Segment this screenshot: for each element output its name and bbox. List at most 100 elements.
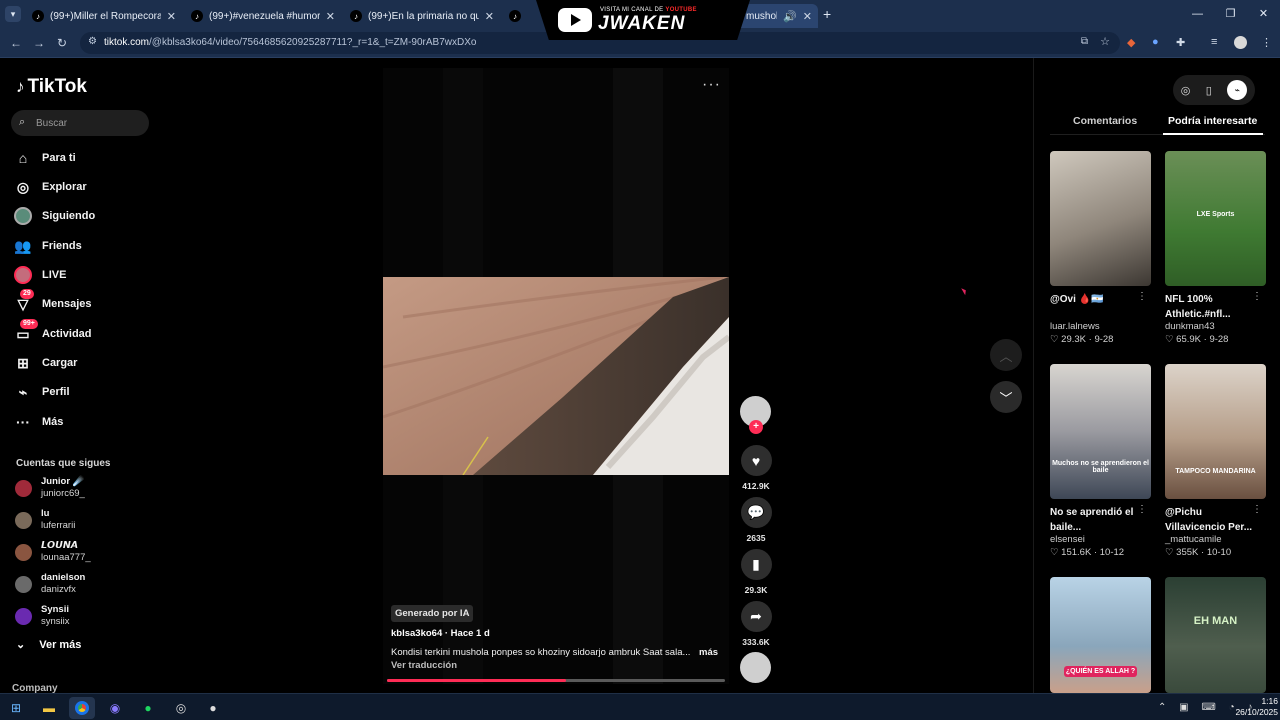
browser-tab-2[interactable]: ♪ (99+)#venezuela #humor #shit ✕ (185, 4, 341, 28)
forward-icon[interactable]: → (33, 36, 45, 50)
extension-fox-icon[interactable]: ◆ (1127, 36, 1135, 49)
right-panel: ◎ ▯ ⌁ Comentarios Podría interesarte @Ov… (1033, 58, 1280, 693)
recommended-video-card[interactable]: @Ovi 🩸🇦🇷 ⋮ luar.lalnews ♡ 29.3K · 9-28 (1050, 151, 1151, 345)
followed-account[interactable]: danielson danizvfx (15, 572, 145, 598)
video-player[interactable]: ··· Generado por IA kblsa3ko64 · Hace 1 … (383, 68, 729, 684)
nav-actividad[interactable]: ▭ 99+ Actividad (14, 319, 148, 348)
browser-menu-icon[interactable]: ⋮ (1261, 36, 1272, 49)
profile-avatar-icon[interactable]: ⌁ (1227, 80, 1248, 100)
tiktok-logo[interactable]: ♪ TikTok (16, 76, 87, 98)
nav-mensajes[interactable]: ▽ 29 Mensajes (14, 289, 148, 318)
windows-start-icon[interactable]: ⊞ (3, 697, 29, 719)
more-options-icon[interactable]: ··· (702, 76, 721, 94)
site-info-icon[interactable]: ⚙ (88, 36, 97, 47)
taskbar-clock[interactable]: 1:16 26/10/2025 (1222, 696, 1278, 718)
account-name: lu (41, 508, 50, 519)
followed-account[interactable]: 𝙇𝙊𝙐𝙉𝘼 lounaa777_ (15, 540, 145, 566)
recommended-video-card[interactable]: LXE Sports NFL 100% Athletic.#nfl... ⋮ d… (1165, 151, 1266, 345)
url-host: tiktok.com (104, 37, 150, 48)
tab-comentarios[interactable]: Comentarios (1073, 115, 1137, 127)
reading-list-icon[interactable]: ≡ (1211, 36, 1217, 48)
caption-more-button[interactable]: más (699, 647, 718, 658)
tiktok-note-icon: ♪ (16, 77, 25, 96)
bookmark-star-icon[interactable]: ☆ (1100, 35, 1110, 48)
close-window-icon[interactable]: ✕ (1247, 0, 1280, 28)
close-tab-icon[interactable]: ✕ (167, 10, 176, 23)
video-actions: + ♥ 412.9K 💬 2635 ▮ 29.3K ➦ 333.6K (738, 396, 774, 686)
compass-icon[interactable]: ◎ (1181, 84, 1191, 97)
music-disc-icon[interactable] (740, 652, 771, 683)
like-button[interactable]: ♥ 412.9K (740, 445, 772, 491)
speaker-icon[interactable]: 🔊 (783, 10, 797, 23)
share-button[interactable]: ➦ 333.6K (740, 601, 772, 647)
tab-search-button[interactable]: ▾ (5, 6, 21, 22)
tab-podria-interesarte[interactable]: Podría interesarte (1168, 115, 1257, 127)
account-name: danielson (41, 572, 86, 583)
nav-live[interactable]: LIVE (14, 261, 148, 289)
follow-plus-icon[interactable]: + (749, 420, 763, 434)
install-app-icon[interactable]: ⧉ (1081, 36, 1088, 47)
next-video-button[interactable]: ﹀ (990, 381, 1022, 413)
search-box[interactable]: ⌕ (11, 110, 149, 136)
app-icon[interactable]: ● (200, 697, 226, 719)
browser-tab-active[interactable]: mushol 🔊 ✕ (740, 4, 818, 28)
nav-mas[interactable]: ··· Más (14, 408, 148, 436)
card-menu-icon[interactable]: ⋮ (1252, 504, 1262, 515)
card-menu-icon[interactable]: ⋮ (1137, 291, 1147, 302)
save-button[interactable]: ▮ 29.3K (740, 549, 772, 595)
tab-title: (99+)Miller el Rompecorazones (50, 10, 161, 22)
reload-icon[interactable]: ↻ (57, 36, 67, 50)
followed-account[interactable]: Junior ☄️ juniorc69_ (15, 476, 145, 502)
close-tab-icon[interactable]: ✕ (326, 10, 335, 23)
nav-label: Perfil (42, 386, 70, 398)
obs-icon[interactable]: ◎ (168, 697, 194, 719)
thumbnail-overlay-text: ¿QUIÉN ES ALLAH ? (1064, 666, 1137, 677)
recommended-video-card[interactable]: TAMPOCO MANDARINA @Pichu Villavicencio P… (1165, 364, 1266, 558)
nav-friends[interactable]: 👥 Friends (14, 232, 148, 260)
search-input[interactable] (36, 114, 142, 132)
card-menu-icon[interactable]: ⋮ (1252, 291, 1262, 302)
new-tab-button[interactable]: + (823, 6, 831, 22)
spotify-icon[interactable]: ● (135, 697, 161, 719)
card-meta: ♡ 29.3K · 9-28 (1050, 334, 1114, 345)
card-menu-icon[interactable]: ⋮ (1137, 504, 1147, 515)
translate-button[interactable]: Ver traducción (391, 660, 457, 671)
followed-account[interactable]: Synsii synsiix (15, 604, 145, 630)
recommended-video-card[interactable]: EH MAN (1165, 577, 1266, 693)
restore-icon[interactable]: ❐ (1214, 0, 1247, 28)
profile-avatar-icon[interactable] (1234, 36, 1247, 49)
previous-video-button[interactable]: ︿ (990, 339, 1022, 371)
video-progress-bar[interactable] (387, 679, 725, 682)
minimize-icon[interactable]: — (1181, 0, 1214, 28)
browser-tab-4-partial[interactable]: ♪ (503, 4, 543, 28)
following-avatar-icon (14, 207, 32, 225)
nav-label: Para ti (42, 152, 76, 164)
recommended-video-card[interactable]: ¿QUIÉN ES ALLAH ? (1050, 577, 1151, 693)
card-meta: ♡ 151.6K · 10-12 (1050, 547, 1125, 558)
extension-circle-icon[interactable]: ● (1152, 36, 1159, 48)
nav-siguiendo[interactable]: Siguiendo (14, 202, 148, 230)
nav-cargar[interactable]: ⊞ Cargar (14, 349, 148, 377)
browser-tab-1[interactable]: ♪ (99+)Miller el Rompecorazones ✕ (26, 4, 182, 28)
chrome-icon[interactable] (69, 697, 95, 719)
phone-icon[interactable]: ▯ (1206, 84, 1212, 97)
share-icon: ➦ (740, 601, 772, 632)
nav-explorar[interactable]: ◎ Explorar (14, 173, 148, 201)
close-tab-icon[interactable]: ✕ (485, 10, 494, 23)
heart-outline-icon: ♡ (1050, 547, 1059, 558)
discord-icon[interactable]: ◉ (102, 697, 128, 719)
recommended-video-card[interactable]: Muchos no se aprendieron el baile No se … (1050, 364, 1151, 558)
nav-perfil[interactable]: ⌁ Perfil (14, 378, 148, 406)
close-tab-icon[interactable]: ✕ (803, 10, 812, 23)
see-more-button[interactable]: ⌄ Ver más (16, 638, 81, 652)
video-author[interactable]: kblsa3ko64 · Hace 1 d (391, 628, 490, 639)
activity-icon: ▭ 99+ (14, 319, 38, 343)
extensions-puzzle-icon[interactable]: ✚ (1176, 36, 1185, 49)
browser-tab-3[interactable]: ♪ (99+)En la primaria no querías ✕ (344, 4, 500, 28)
nav-para-ti[interactable]: ⌂ Para ti (14, 144, 148, 172)
comment-button[interactable]: 💬 2635 (740, 497, 772, 543)
followed-account[interactable]: lu luferrarii (15, 508, 145, 534)
file-explorer-icon[interactable]: ▬ (36, 697, 62, 719)
back-icon[interactable]: ← (10, 36, 22, 50)
avatar (15, 512, 32, 529)
